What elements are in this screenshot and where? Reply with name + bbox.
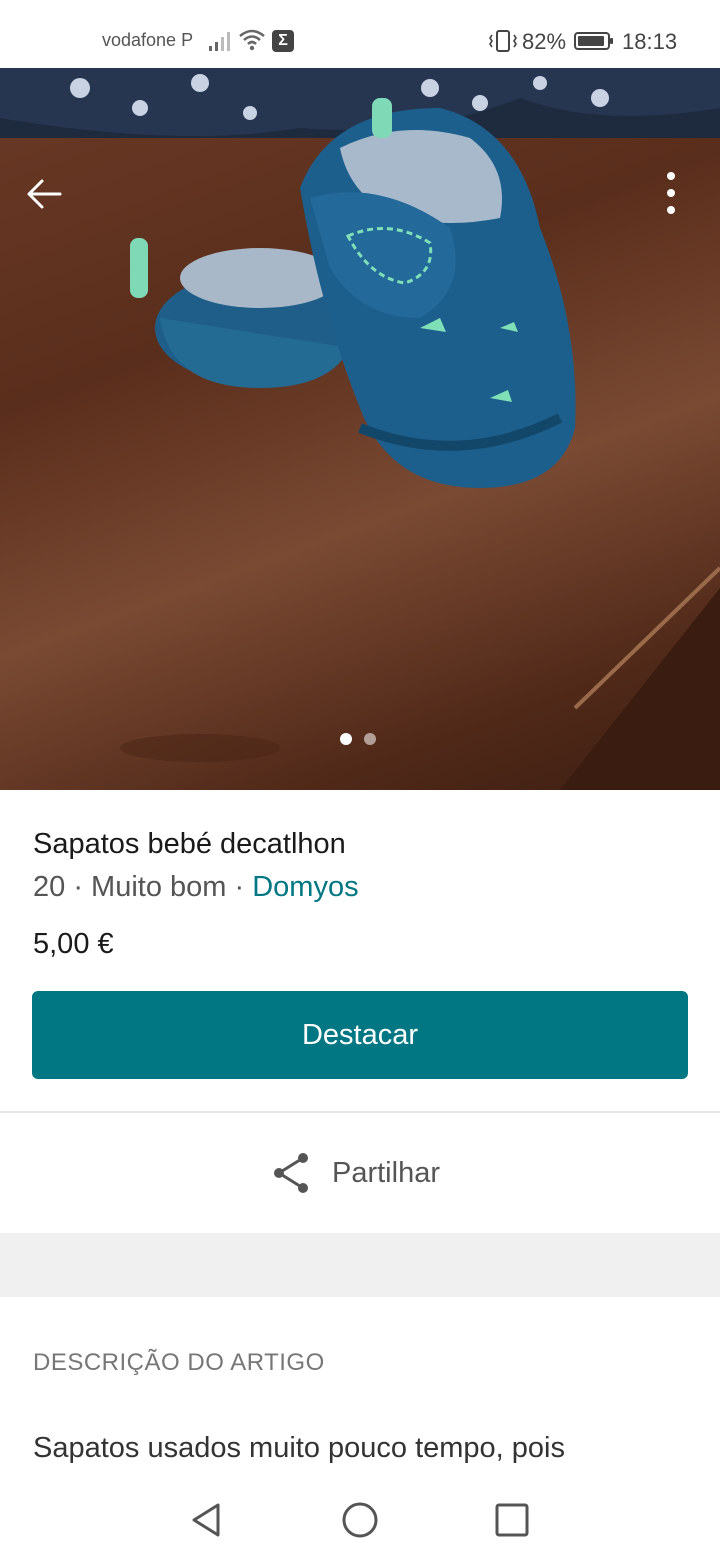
carousel-dot-active[interactable] bbox=[340, 733, 352, 745]
share-button[interactable]: Partilhar bbox=[270, 1150, 440, 1196]
more-vertical-icon[interactable] bbox=[656, 168, 686, 218]
item-meta: 20 · Muito bom · Domyos bbox=[33, 871, 359, 904]
item-brand-link[interactable]: Domyos bbox=[252, 871, 358, 903]
description-text: Sapatos usados muito pouco tempo, pois bbox=[33, 1432, 565, 1464]
nav-recents-icon[interactable] bbox=[494, 1502, 530, 1538]
sigma-icon: Σ bbox=[272, 30, 294, 52]
item-size: 20 bbox=[33, 871, 66, 903]
signal-icon bbox=[209, 32, 230, 51]
item-price: 5,00 € bbox=[33, 928, 114, 960]
meta-separator: · bbox=[65, 871, 92, 903]
status-bar: vodafone P Σ 82% 18:13 bbox=[0, 0, 720, 70]
item-title: Sapatos bebé decatlhon bbox=[33, 828, 346, 860]
share-label: Partilhar bbox=[332, 1156, 440, 1189]
nav-home-icon[interactable] bbox=[340, 1500, 380, 1540]
carousel-dot[interactable] bbox=[364, 733, 376, 745]
system-nav-bar bbox=[0, 1478, 720, 1560]
item-condition: Muito bom bbox=[91, 871, 227, 903]
meta-separator: · bbox=[226, 871, 253, 903]
vibrate-icon bbox=[489, 30, 517, 52]
battery-icon bbox=[574, 32, 613, 50]
carousel-indicator bbox=[340, 733, 376, 745]
nav-back-icon[interactable] bbox=[186, 1500, 226, 1540]
item-photo bbox=[0, 68, 720, 790]
share-icon bbox=[274, 1153, 308, 1193]
wifi-icon bbox=[239, 29, 265, 51]
feature-button[interactable]: Destacar bbox=[32, 991, 688, 1079]
back-arrow-icon[interactable] bbox=[22, 172, 66, 216]
battery-percent: 82% bbox=[522, 29, 567, 54]
section-separator bbox=[0, 1233, 720, 1297]
divider bbox=[0, 1111, 720, 1113]
item-photo-carousel[interactable] bbox=[0, 68, 720, 790]
clock: 18:13 bbox=[622, 29, 678, 54]
description-heading: DESCRIÇÃO DO ARTIGO bbox=[33, 1349, 325, 1376]
carrier-name: vodafone P bbox=[102, 30, 194, 50]
